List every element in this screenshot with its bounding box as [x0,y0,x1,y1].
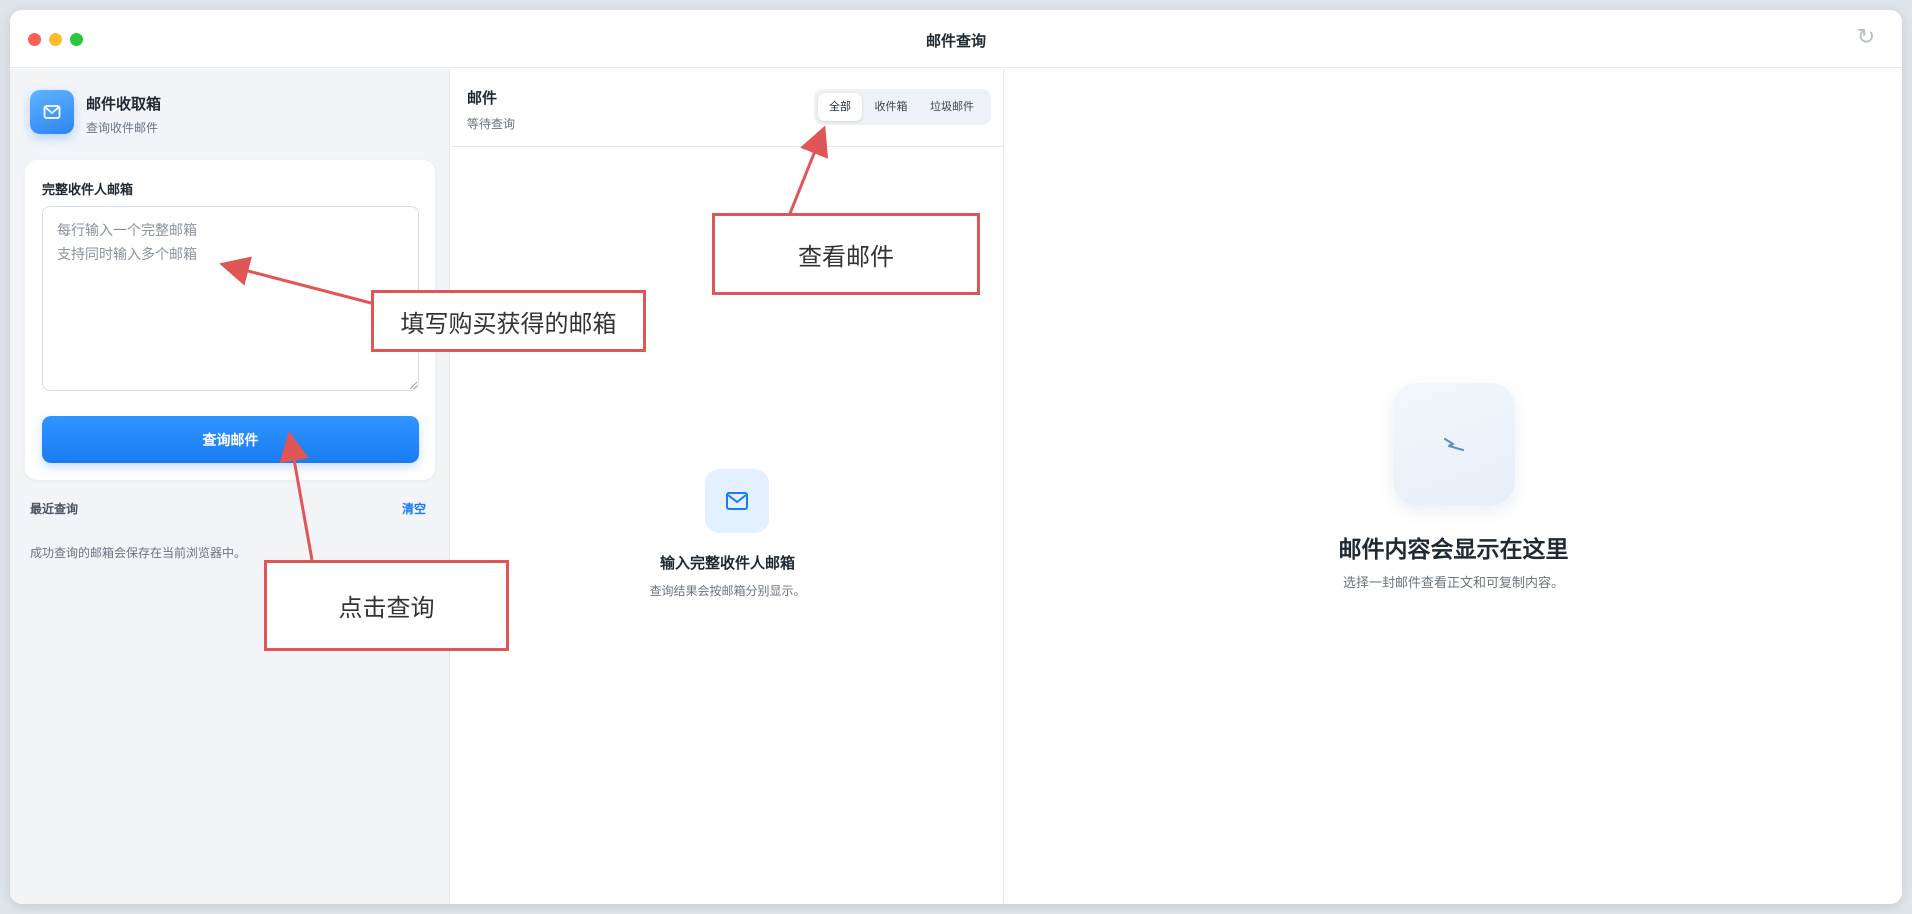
lightning-icon [1393,383,1515,505]
brand-title: 邮件收取箱 [86,95,162,113]
recent-queries-label: 最近查询 [30,502,79,516]
mail-folder-tabs: 全部 收件箱 垃圾邮件 [814,89,991,125]
mail-empty-icon [705,469,769,533]
query-mail-button[interactable]: 查询邮件 [42,416,419,463]
sidebar: 邮件收取箱 查询收件邮件 完整收件人邮箱 查询邮件 最近查询 清空 成功查询的邮… [10,69,450,904]
mail-empty-subtitle: 查询结果会按邮箱分别显示。 [649,584,806,598]
mail-empty-title: 输入完整收件人邮箱 [659,554,795,572]
mail-list-header: 邮件 等待查询 全部 收件箱 垃圾邮件 [451,69,1004,147]
mail-list-title: 邮件 [467,89,498,107]
mail-content-panel: 邮件内容会显示在这里 选择一封邮件查看正文和可复制内容。 [1005,69,1902,904]
refresh-icon[interactable]: ↻ [1854,26,1878,50]
tab-all[interactable]: 全部 [818,93,862,121]
email-input[interactable] [42,206,419,391]
tab-inbox[interactable]: 收件箱 [866,93,916,121]
annotation-fill-email: 填写购买获得的邮箱 [371,290,646,352]
clear-recent-button[interactable]: 清空 [402,500,426,517]
brand-subtitle: 查询收件邮件 [86,121,159,135]
resize-grip-icon[interactable] [408,380,418,390]
title-bar: 邮件查询 ↻ [10,10,1902,68]
recent-queries-note: 成功查询的邮箱会保存在当前浏览器中。 [30,546,247,560]
content-empty-subtitle: 选择一封邮件查看正文和可复制内容。 [1342,576,1564,591]
email-field-label: 完整收件人邮箱 [42,183,134,198]
app-window: 邮件查询 ↻ 邮件收取箱 查询收件邮件 完整收件人邮箱 查询邮件 最近查询 清空… [10,10,1902,904]
content-empty-title: 邮件内容会显示在这里 [1338,537,1569,563]
mail-brand-icon [30,90,74,134]
mail-list-status: 等待查询 [467,117,516,131]
annotation-view-mail: 查看邮件 [712,213,980,295]
annotation-click-query: 点击查询 [264,560,509,651]
tab-spam[interactable]: 垃圾邮件 [918,93,986,121]
window-title: 邮件查询 [925,32,986,50]
mail-list-panel: 邮件 等待查询 全部 收件箱 垃圾邮件 输入完整收件人邮箱 查询结果会按邮箱分别… [451,69,1004,904]
